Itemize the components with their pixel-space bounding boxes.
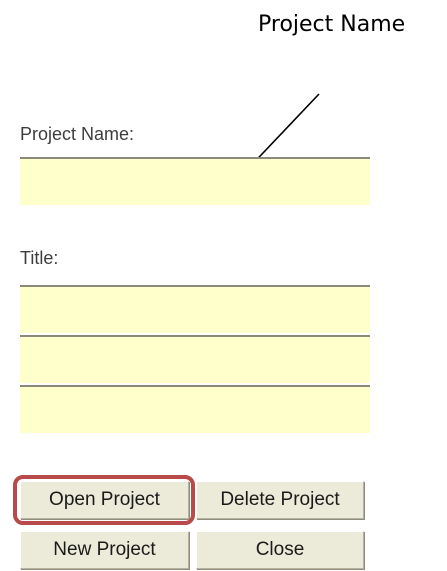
project-name-label: Project Name:: [20, 124, 135, 144]
new-project-button[interactable]: New Project: [20, 531, 189, 569]
annotation-label: Project Name: [258, 12, 406, 37]
title-label: Title:: [20, 248, 59, 268]
project-name-input[interactable]: [20, 157, 370, 205]
title-input-line-3[interactable]: [20, 385, 370, 433]
delete-project-button[interactable]: Delete Project: [196, 481, 364, 519]
open-project-button[interactable]: Open Project: [20, 481, 189, 519]
close-button[interactable]: Close: [196, 531, 364, 569]
title-input-line-1[interactable]: [20, 285, 370, 333]
title-input-line-2[interactable]: [20, 335, 370, 383]
